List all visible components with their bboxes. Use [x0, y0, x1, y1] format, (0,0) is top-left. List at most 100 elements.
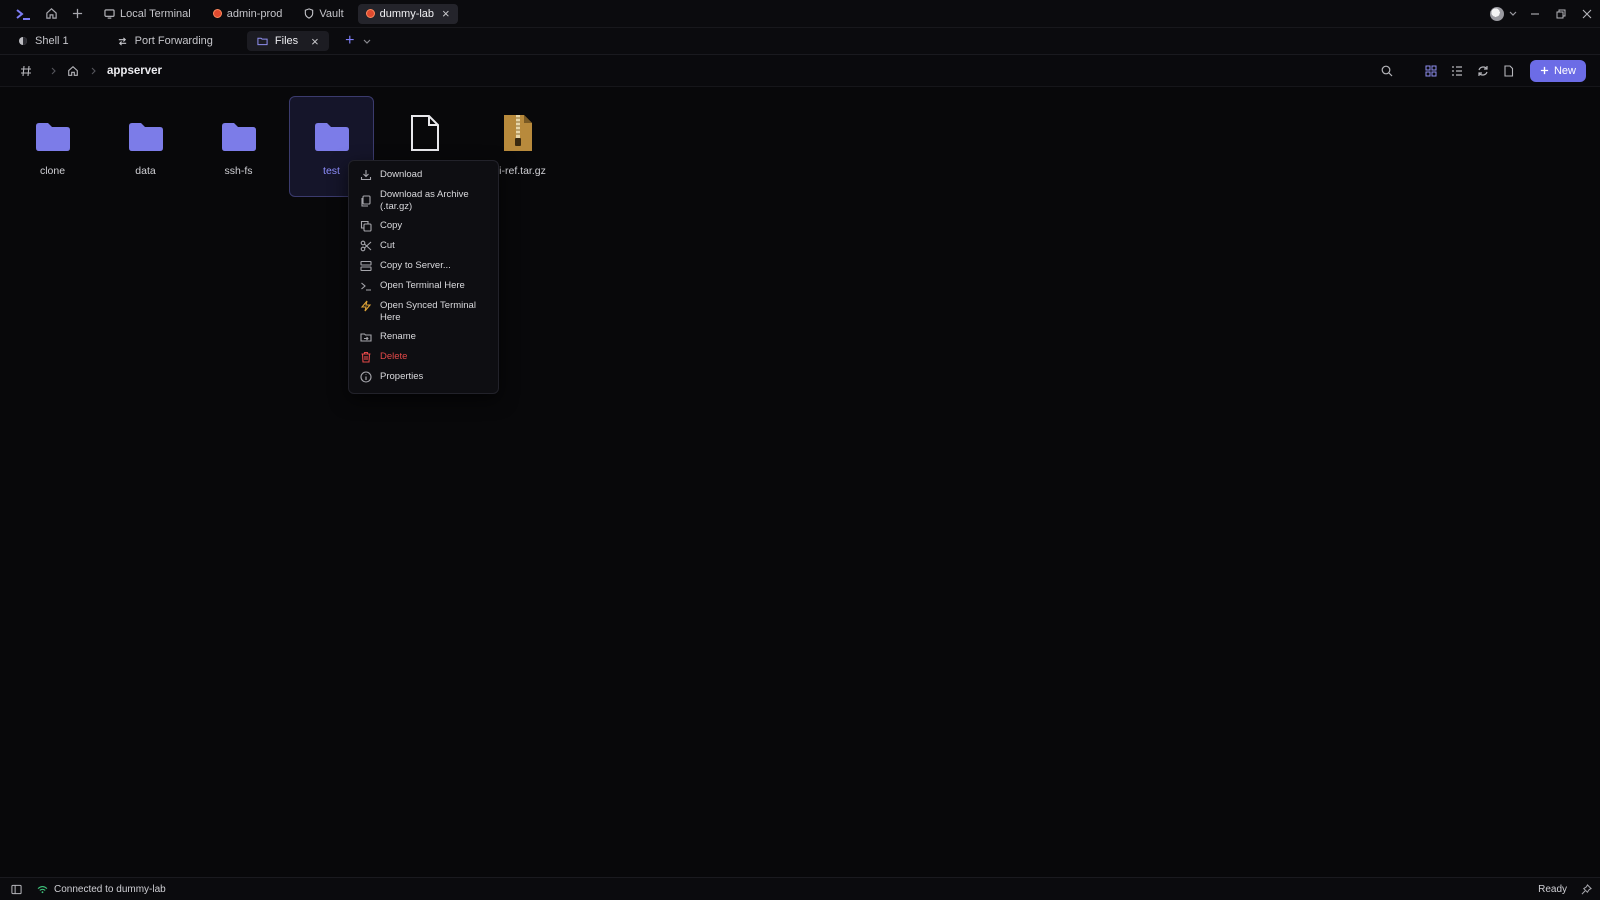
shell-icon [18, 36, 28, 46]
plus-icon [1540, 66, 1549, 75]
wifi-icon [37, 885, 48, 894]
menu-item-label: Open Terminal Here [380, 280, 465, 291]
tab-label: Files [274, 35, 299, 47]
server-status-icon [212, 9, 222, 18]
connection-status: Connected to dummy-lab [54, 883, 166, 895]
add-tab-icon[interactable] [64, 0, 90, 28]
file-name: data [135, 165, 156, 177]
menu-item-properties[interactable]: Properties [349, 368, 498, 388]
menu-item-delete[interactable]: Delete [349, 348, 498, 368]
menu-item-open-terminal[interactable]: Open Terminal Here [349, 277, 498, 297]
scissors-icon [360, 240, 372, 252]
window-tab-admin-prod[interactable]: admin-prod [205, 4, 291, 24]
server-icon [360, 260, 372, 272]
menu-item-copy-to-server[interactable]: Copy to Server... [349, 257, 498, 277]
status-bar: Connected to dummy-lab Ready [0, 877, 1600, 900]
new-button[interactable]: New [1529, 59, 1586, 82]
menu-item-open-synced-terminal[interactable]: Open Synced Terminal Here [349, 297, 498, 328]
copy-icon [360, 220, 372, 232]
chevron-down-icon[interactable] [1504, 11, 1522, 16]
menu-item-label: Properties [380, 371, 424, 382]
chevron-down-icon[interactable] [359, 39, 375, 44]
folder-icon [314, 110, 350, 152]
hash-icon[interactable] [13, 58, 39, 84]
close-window-icon[interactable] [1574, 0, 1600, 28]
title-bar: Local Terminal admin-prod Vault dummy-la… [0, 0, 1600, 28]
window-tab-label: Vault [319, 7, 344, 20]
close-icon[interactable]: × [442, 7, 450, 20]
breadcrumb-current[interactable]: appserver [107, 65, 162, 77]
window-tab-vault[interactable]: Vault [296, 4, 351, 24]
path-toolbar: appserver New [0, 55, 1600, 87]
ready-status: Ready [1538, 883, 1567, 895]
app-logo-icon[interactable] [0, 0, 38, 28]
file-name: ssh-fs [224, 165, 253, 177]
add-session-tab-icon[interactable]: + [341, 32, 359, 50]
server-status-icon [365, 9, 375, 18]
info-icon [360, 371, 372, 383]
folder-icon [221, 110, 257, 152]
menu-item-label: Copy to Server... [380, 260, 451, 271]
monitor-icon [104, 8, 115, 19]
folder-item-clone[interactable]: clone [10, 96, 95, 197]
tab-label: Port Forwarding [134, 35, 213, 47]
folder-item-data[interactable]: data [103, 96, 188, 197]
folder-item-ssh-fs[interactable]: ssh-fs [196, 96, 281, 197]
window-tab-label: admin-prod [226, 7, 283, 20]
window-tab-label: dummy-lab [379, 7, 435, 20]
tab-label: Shell 1 [35, 35, 69, 47]
avatar[interactable] [1490, 6, 1504, 21]
file-name: i-ref.tar.gz [499, 165, 546, 177]
grid-view-icon[interactable] [1418, 58, 1444, 84]
window-tab-dummy-lab[interactable]: dummy-lab × [357, 3, 458, 24]
context-menu: Download Download as Archive (.tar.gz) C… [348, 160, 499, 394]
home-icon[interactable] [38, 0, 64, 28]
menu-item-download-archive[interactable]: Download as Archive (.tar.gz) [349, 186, 498, 217]
tab-port-forwarding[interactable]: Port Forwarding [107, 31, 223, 51]
rename-icon [360, 331, 372, 343]
document-icon [410, 110, 440, 152]
tab-shell-1[interactable]: Shell 1 [8, 31, 79, 51]
bolt-icon [360, 300, 372, 312]
download-icon [360, 169, 372, 181]
terminal-icon [360, 280, 372, 292]
menu-item-label: Delete [380, 351, 408, 362]
chevron-right-icon [43, 67, 63, 75]
archive-file-icon [503, 110, 533, 152]
shield-icon [304, 8, 314, 19]
menu-item-label: Cut [380, 240, 395, 251]
list-view-icon[interactable] [1444, 58, 1470, 84]
close-icon[interactable]: × [311, 35, 319, 48]
pin-icon[interactable] [1581, 883, 1592, 895]
home-icon[interactable] [63, 58, 83, 84]
archive-icon [360, 195, 372, 207]
menu-item-label: Download [380, 169, 423, 180]
new-button-label: New [1553, 64, 1576, 77]
tab-files[interactable]: Files × [246, 31, 329, 51]
window-tab-local-terminal[interactable]: Local Terminal [96, 4, 199, 24]
search-icon[interactable] [1374, 58, 1400, 84]
file-name: test [323, 165, 340, 177]
new-file-icon[interactable] [1496, 58, 1522, 84]
menu-item-cut[interactable]: Cut [349, 237, 498, 257]
file-name: clone [39, 165, 66, 177]
window-tab-label: Local Terminal [120, 7, 191, 20]
trash-icon [360, 351, 372, 363]
menu-item-label: Open Synced Terminal Here [380, 300, 476, 323]
sidebar-toggle-icon[interactable] [3, 876, 29, 900]
refresh-icon[interactable] [1470, 58, 1496, 84]
menu-item-label: Download as Archive (.tar.gz) [380, 189, 469, 212]
minimize-icon[interactable] [1522, 0, 1548, 28]
menu-item-download[interactable]: Download [349, 166, 498, 186]
folder-icon [128, 110, 164, 152]
menu-item-label: Rename [380, 331, 416, 342]
menu-item-rename[interactable]: Rename [349, 328, 498, 348]
folder-open-icon [257, 36, 268, 46]
folder-icon [35, 110, 71, 152]
restore-icon[interactable] [1548, 0, 1574, 28]
session-tab-bar: Shell 1 Port Forwarding Files × + [0, 28, 1600, 55]
chevron-right-icon [83, 67, 103, 75]
menu-item-copy[interactable]: Copy [349, 217, 498, 237]
menu-item-label: Copy [380, 220, 403, 231]
port-forward-icon [117, 36, 128, 47]
